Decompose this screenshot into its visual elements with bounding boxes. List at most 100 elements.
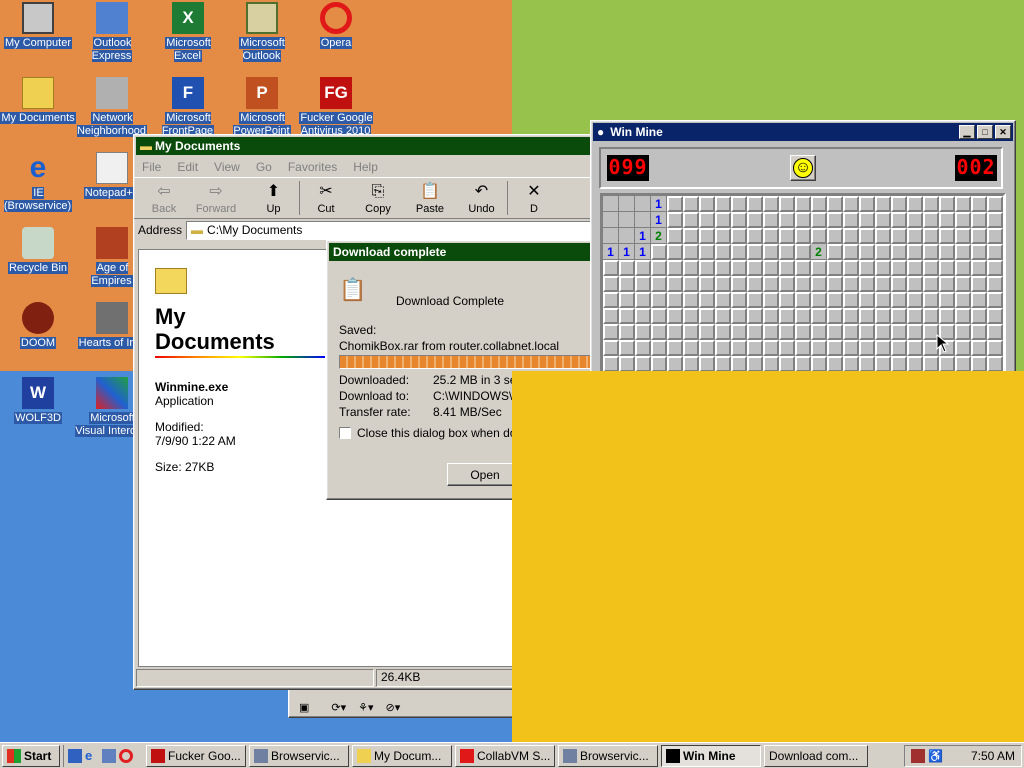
mine-cell[interactable] (859, 436, 875, 452)
toolbar-undo-button[interactable]: ↶ Undo (456, 181, 508, 215)
mine-cell[interactable] (619, 484, 635, 500)
mine-cell[interactable] (667, 452, 683, 468)
mine-cell[interactable] (747, 212, 763, 228)
mine-cell[interactable] (971, 484, 987, 500)
mine-cell[interactable] (699, 292, 715, 308)
mine-cell[interactable] (939, 564, 955, 580)
mine-cell[interactable] (811, 452, 827, 468)
mine-cell[interactable] (667, 372, 683, 388)
mine-cell[interactable] (939, 484, 955, 500)
start-button[interactable]: Start (2, 744, 60, 767)
mine-cell[interactable] (939, 292, 955, 308)
mine-cell[interactable] (907, 548, 923, 564)
desktop-icon-network[interactable]: Network Neighborhood (74, 77, 150, 138)
mine-cell[interactable] (875, 276, 891, 292)
desktop-icon-recycle-bin[interactable]: Recycle Bin (0, 227, 76, 275)
mine-cell[interactable] (875, 564, 891, 580)
mine-cell[interactable] (779, 548, 795, 564)
mine-cell[interactable] (827, 372, 843, 388)
mine-cell[interactable] (619, 212, 635, 228)
mine-cell[interactable] (987, 276, 1003, 292)
mine-cell[interactable] (939, 196, 955, 212)
mine-cell[interactable] (987, 580, 1003, 596)
mine-cell[interactable] (907, 436, 923, 452)
scrollbar-horizontal[interactable]: ▶ (779, 681, 919, 695)
mine-cell[interactable]: 2 (811, 244, 827, 260)
mine-cell[interactable] (667, 324, 683, 340)
mine-cell[interactable] (779, 228, 795, 244)
mine-cell[interactable] (683, 452, 699, 468)
open-button[interactable]: Open (447, 463, 523, 486)
mine-cell[interactable] (859, 276, 875, 292)
mine-cell[interactable] (907, 292, 923, 308)
mine-cell[interactable] (795, 308, 811, 324)
mine-cell[interactable] (747, 548, 763, 564)
mine-cell[interactable] (731, 292, 747, 308)
mine-cell[interactable] (955, 356, 971, 372)
mine-cell[interactable] (795, 548, 811, 564)
mine-cell[interactable] (747, 484, 763, 500)
mine-cell[interactable] (603, 356, 619, 372)
mine-cell[interactable] (875, 436, 891, 452)
mine-cell[interactable] (859, 420, 875, 436)
close-icon[interactable]: ✕ (995, 125, 1011, 139)
mine-cell[interactable] (619, 324, 635, 340)
mine-cell[interactable] (619, 580, 635, 596)
mine-cell[interactable] (987, 420, 1003, 436)
mine-cell[interactable] (939, 260, 955, 276)
mine-cell[interactable] (987, 388, 1003, 404)
mine-cell[interactable] (987, 484, 1003, 500)
mine-cell[interactable] (683, 516, 699, 532)
mine-cell[interactable] (907, 276, 923, 292)
mine-cell[interactable] (715, 420, 731, 436)
mine-cell[interactable] (667, 244, 683, 260)
mine-cell[interactable] (779, 580, 795, 596)
mine-cell[interactable] (619, 468, 635, 484)
mine-cell[interactable] (827, 260, 843, 276)
mine-cell[interactable] (987, 500, 1003, 516)
mine-cell[interactable] (603, 564, 619, 580)
mine-cell[interactable] (763, 484, 779, 500)
mine-cell[interactable] (603, 404, 619, 420)
mine-cell[interactable] (891, 500, 907, 516)
mine-cell[interactable] (779, 532, 795, 548)
mine-cell[interactable] (715, 260, 731, 276)
mine-cell[interactable] (923, 388, 939, 404)
mine-cell[interactable] (635, 260, 651, 276)
mine-cell[interactable] (763, 516, 779, 532)
mine-cell[interactable] (651, 388, 667, 404)
mine-cell[interactable] (827, 564, 843, 580)
mine-cell[interactable] (891, 420, 907, 436)
mine-cell[interactable] (859, 388, 875, 404)
mine-cell[interactable] (651, 468, 667, 484)
mine-cell[interactable] (987, 356, 1003, 372)
mine-cell[interactable] (747, 260, 763, 276)
mine-cell[interactable] (683, 292, 699, 308)
mine-cell[interactable] (603, 340, 619, 356)
mine-cell[interactable] (731, 564, 747, 580)
mine-cell[interactable] (891, 244, 907, 260)
mine-cell[interactable] (955, 388, 971, 404)
mine-cell[interactable] (923, 356, 939, 372)
mine-cell[interactable] (795, 564, 811, 580)
mine-cell[interactable] (715, 340, 731, 356)
mine-cell[interactable] (971, 532, 987, 548)
mine-cell[interactable] (875, 388, 891, 404)
mine-cell[interactable] (603, 324, 619, 340)
mine-cell[interactable] (907, 324, 923, 340)
mine-cell[interactable] (907, 564, 923, 580)
mine-cell[interactable] (667, 548, 683, 564)
mine-cell[interactable] (763, 324, 779, 340)
mine-cell[interactable] (683, 356, 699, 372)
mine-cell[interactable] (891, 564, 907, 580)
mine-cell[interactable] (747, 340, 763, 356)
mine-cell[interactable] (651, 452, 667, 468)
mine-cell[interactable] (779, 500, 795, 516)
mine-cell[interactable] (603, 388, 619, 404)
mine-cell[interactable] (667, 404, 683, 420)
mine-cell[interactable] (699, 548, 715, 564)
mine-cell[interactable] (651, 548, 667, 564)
mine-cell[interactable] (651, 276, 667, 292)
mine-cell[interactable] (955, 324, 971, 340)
mine-cell[interactable] (603, 308, 619, 324)
